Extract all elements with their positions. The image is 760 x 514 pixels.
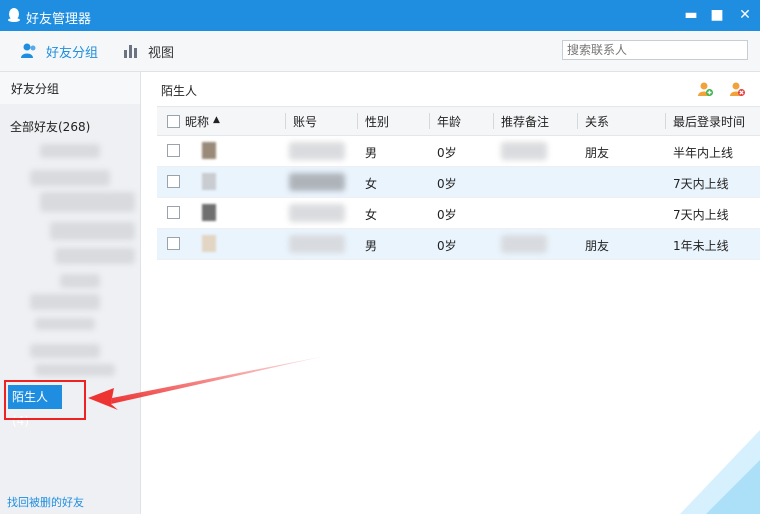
gender-cell: 女 <box>365 208 378 222</box>
toolbar: 好友分组 视图 <box>0 31 760 72</box>
column-relation[interactable]: 关系 <box>585 113 609 130</box>
watermark-logo <box>680 430 760 514</box>
main-header: 陌生人 <box>141 72 760 106</box>
table-row[interactable]: 男 0岁 朋友 1年未上线 <box>157 229 760 260</box>
blurred-note <box>501 235 547 253</box>
blurred-group[interactable] <box>50 222 135 240</box>
last-login-cell: 7天内上线 <box>673 177 729 191</box>
blurred-account <box>289 235 345 253</box>
gender-cell: 女 <box>365 177 378 191</box>
column-last-login[interactable]: 最后登录时间 <box>673 113 745 130</box>
column-divider[interactable] <box>493 113 494 129</box>
blurred-account <box>289 173 345 191</box>
recover-deleted-friends-link[interactable]: 找回被删的好友 <box>7 494 84 510</box>
blurred-group[interactable] <box>40 192 135 212</box>
gender-cell: 男 <box>365 239 378 253</box>
minimize-button[interactable]: ▬ <box>682 6 700 24</box>
qq-penguin-icon <box>8 8 20 22</box>
blurred-group[interactable] <box>30 344 100 358</box>
window-title: 好友管理器 <box>26 12 92 27</box>
users-icon <box>21 43 36 58</box>
blurred-group[interactable] <box>60 274 100 288</box>
blurred-account <box>289 142 345 160</box>
blurred-group[interactable] <box>40 144 100 158</box>
avatar <box>202 173 216 190</box>
avatar <box>202 142 216 159</box>
search-input[interactable] <box>562 40 748 60</box>
blurred-group[interactable] <box>30 170 110 186</box>
sidebar: 好友分组 全部好友(268) 陌生人(4) 找回被删的好友 <box>0 72 141 514</box>
column-divider[interactable] <box>285 113 286 129</box>
friend-manager-window: 好友管理器 ▬ ■ ✕ 好友分组 视图 好友分组 全部好友(268) <box>0 0 760 514</box>
table-row[interactable]: 女 0岁 7天内上线 <box>157 198 760 229</box>
close-button[interactable]: ✕ <box>736 6 754 24</box>
avatar <box>202 204 216 221</box>
gender-cell: 男 <box>365 146 378 160</box>
relation-cell: 朋友 <box>585 146 610 160</box>
row-checkbox[interactable] <box>167 175 180 188</box>
blurred-group[interactable] <box>55 248 135 264</box>
friend-groups-label: 好友分组 <box>46 45 99 61</box>
column-age[interactable]: 年龄 <box>437 113 461 130</box>
column-divider[interactable] <box>665 113 666 129</box>
column-nickname[interactable]: 昵称 <box>185 113 209 130</box>
bar-chart-icon <box>124 45 137 58</box>
table-row[interactable]: 女 0岁 7天内上线 <box>157 167 760 198</box>
last-login-cell: 半年内上线 <box>673 146 734 160</box>
age-cell: 0岁 <box>437 146 457 160</box>
relation-cell: 朋友 <box>585 239 610 253</box>
table-header: 昵称 ▲ 账号 性别 年龄 推荐备注 关系 最后登录时间 <box>157 106 760 136</box>
blurred-group[interactable] <box>35 364 115 376</box>
table-row[interactable]: 男 0岁 朋友 半年内上线 <box>157 136 760 167</box>
main-panel: 陌生人 昵称 ▲ 账号 性别 年龄 推荐备注 关系 最后登录时间 男 0岁 朋友… <box>141 72 760 514</box>
row-checkbox[interactable] <box>167 237 180 250</box>
sidebar-item-all-friends[interactable]: 全部好友(268) <box>10 118 90 135</box>
view-label: 视图 <box>148 45 175 61</box>
sidebar-header: 好友分组 <box>0 72 140 104</box>
column-recommend-note[interactable]: 推荐备注 <box>501 113 549 130</box>
age-cell: 0岁 <box>437 208 457 222</box>
blurred-group[interactable] <box>30 294 100 310</box>
highlight-box <box>4 380 86 420</box>
age-cell: 0岁 <box>437 177 457 191</box>
column-divider[interactable] <box>577 113 578 129</box>
strangers-table: 昵称 ▲ 账号 性别 年龄 推荐备注 关系 最后登录时间 男 0岁 朋友 半年内… <box>157 106 760 260</box>
blurred-note <box>501 142 547 160</box>
blurred-group[interactable] <box>35 318 95 330</box>
group-title: 陌生人 <box>161 84 198 98</box>
sort-asc-icon: ▲ <box>213 115 220 125</box>
add-friend-icon[interactable] <box>697 81 713 97</box>
age-cell: 0岁 <box>437 239 457 253</box>
title-bar: 好友管理器 ▬ ■ ✕ <box>0 0 760 31</box>
maximize-button[interactable]: ■ <box>708 6 726 24</box>
avatar <box>202 235 216 252</box>
select-all-checkbox[interactable] <box>167 115 180 128</box>
row-checkbox[interactable] <box>167 144 180 157</box>
last-login-cell: 1年未上线 <box>673 239 729 253</box>
column-account[interactable]: 账号 <box>293 113 317 130</box>
row-checkbox[interactable] <box>167 206 180 219</box>
view-tab[interactable]: 视图 <box>122 39 174 63</box>
column-gender[interactable]: 性别 <box>365 113 389 130</box>
column-divider[interactable] <box>429 113 430 129</box>
delete-friend-icon[interactable] <box>729 81 745 97</box>
column-divider[interactable] <box>357 113 358 129</box>
friend-groups-tab[interactable]: 好友分组 <box>20 39 98 63</box>
last-login-cell: 7天内上线 <box>673 208 729 222</box>
blurred-account <box>289 204 345 222</box>
